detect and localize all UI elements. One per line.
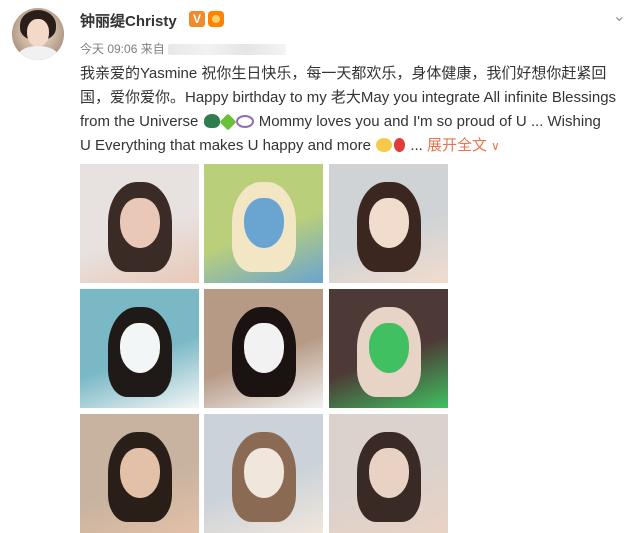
- photo-face-shape: [120, 198, 160, 248]
- photo-face-shape: [369, 198, 409, 248]
- photo-face-shape: [120, 448, 160, 498]
- expand-full-text-link[interactable]: 展开全文: [427, 137, 487, 154]
- verified-badge-icon[interactable]: V: [189, 11, 205, 27]
- photo-thumbnail[interactable]: [80, 164, 199, 283]
- post-line-2: 国，爱你爱你。Happy birthday to my 老大May you in…: [80, 89, 617, 106]
- source-prefix: 来自: [140, 42, 165, 56]
- photo-thumbnail[interactable]: [329, 289, 448, 408]
- avatar-body: [18, 46, 58, 60]
- avatar[interactable]: [12, 8, 64, 60]
- post-line-3: from the Universe Mommy loves you and I'…: [80, 110, 632, 134]
- sparkle-emoji-icon: [219, 113, 237, 131]
- blurred-source: [167, 44, 286, 56]
- photo-thumbnail[interactable]: [329, 164, 448, 283]
- expand-chevron-icon[interactable]: ∨: [491, 139, 500, 153]
- photo-face-shape: [120, 323, 160, 373]
- face-emoji-icon: [376, 138, 393, 152]
- post-line-3-start: from the Universe: [80, 113, 199, 130]
- ellipsis: ...: [410, 137, 423, 154]
- photo-thumbnail[interactable]: [80, 414, 199, 533]
- photo-thumbnail[interactable]: [204, 164, 323, 283]
- post-text: 我亲爱的Yasmine 祝你生日快乐，每一天都欢乐，身体健康，我们好想你赶紧回 …: [80, 62, 632, 158]
- photo-thumbnail[interactable]: [204, 289, 323, 408]
- ufo-emoji-icon: [203, 114, 220, 128]
- photo-face-shape: [369, 323, 409, 373]
- photo-thumbnail[interactable]: [204, 414, 323, 533]
- swirl-emoji-icon: [235, 115, 254, 128]
- balloon-emoji-icon: [394, 138, 406, 152]
- photo-face-shape: [244, 198, 284, 248]
- medal-icon[interactable]: [208, 11, 224, 27]
- post-line-4-text: U Everything that makes U happy and more: [80, 137, 371, 154]
- post-time[interactable]: 今天 09:06: [80, 42, 137, 56]
- photo-face-shape: [369, 448, 409, 498]
- username-link[interactable]: 钟丽缇Christy: [80, 10, 177, 31]
- avatar-face: [27, 19, 49, 47]
- chevron-down-icon[interactable]: ⌄: [613, 6, 626, 26]
- post-line-4: U Everything that makes U happy and more…: [80, 134, 632, 158]
- post-line-1: 我亲爱的Yasmine 祝你生日快乐，每一天都欢乐，身体健康，我们好想你赶紧回: [80, 65, 607, 82]
- photo-thumbnail[interactable]: [80, 289, 199, 408]
- photo-face-shape: [244, 448, 284, 498]
- post-meta: 今天 09:06 来自: [80, 40, 286, 57]
- post-line-3-end: Mommy loves you and I'm so proud of U ..…: [258, 113, 601, 130]
- photo-thumbnail[interactable]: [329, 414, 448, 533]
- photo-face-shape: [244, 323, 284, 373]
